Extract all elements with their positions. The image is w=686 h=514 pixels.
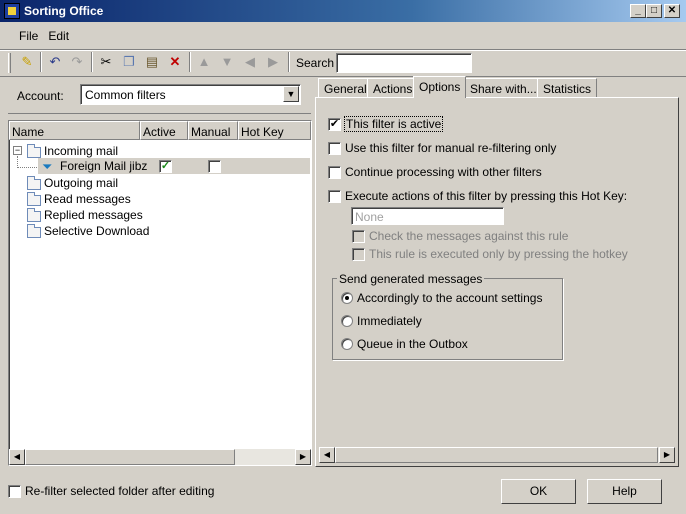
toolbar-grip — [8, 53, 11, 73]
hotkey-exec-checkbox[interactable] — [328, 190, 341, 203]
folder-icon — [27, 208, 41, 222]
app-icon — [4, 3, 20, 19]
minimize-button[interactable]: _ — [630, 4, 646, 18]
folder-icon — [27, 192, 41, 206]
tree-item-replied[interactable]: Replied messages — [44, 208, 143, 222]
folder-icon — [27, 224, 41, 238]
tab-share[interactable]: Share with... — [464, 78, 543, 97]
close-button[interactable]: ✕ — [664, 4, 680, 18]
redo-icon[interactable]: ↷ — [67, 53, 87, 71]
filter-active-label[interactable]: This filter is active — [343, 116, 444, 132]
manual-checkbox[interactable] — [208, 160, 221, 173]
tab-general[interactable]: General — [318, 78, 373, 97]
move-up-icon[interactable]: ▲ — [194, 53, 214, 71]
column-header-manual[interactable]: Manual — [188, 121, 238, 140]
account-label: Account: — [17, 89, 64, 103]
filter-icon: ⏷ — [42, 159, 53, 174]
column-header-hotkey[interactable]: Hot Key — [238, 121, 311, 140]
account-select-value: Common filters — [85, 88, 166, 102]
menu-bar: File Edit — [14, 28, 74, 46]
tab-actions[interactable]: Actions — [367, 78, 419, 97]
check-rule-checkbox[interactable] — [352, 230, 365, 243]
filter-wizard-icon[interactable]: ✎ — [17, 53, 37, 71]
menu-file[interactable]: File — [14, 28, 43, 44]
cut-icon[interactable]: ✂ — [96, 53, 116, 71]
scroll-right-icon[interactable]: ▶ — [295, 449, 311, 465]
window-title: Sorting Office — [24, 4, 104, 18]
send-option-account-label[interactable]: Accordingly to the account settings — [357, 291, 542, 305]
tree-item-selective[interactable]: Selective Download — [44, 224, 149, 238]
hotkey-input[interactable]: None — [351, 207, 504, 225]
move-left-icon[interactable]: ◀ — [240, 53, 260, 71]
search-label: Search — [296, 56, 335, 70]
paste-icon[interactable]: ▤ — [142, 53, 162, 71]
title-bar: Sorting Office _ □ ✕ — [0, 0, 686, 22]
maximize-button[interactable]: □ — [646, 4, 662, 18]
column-header-active[interactable]: Active — [140, 121, 188, 140]
scroll-thumb[interactable] — [335, 447, 658, 463]
send-option-outbox-radio[interactable] — [341, 338, 353, 350]
refilter-checkbox[interactable] — [8, 485, 21, 498]
ok-button[interactable]: OK — [501, 479, 576, 504]
active-checkbox[interactable]: ✓ — [159, 160, 172, 173]
account-divider — [8, 113, 311, 114]
folder-icon — [27, 176, 41, 190]
scroll-right-icon[interactable]: ▶ — [659, 447, 675, 463]
toolbar-separator — [91, 52, 93, 72]
toolbar-separator — [189, 52, 191, 72]
menu-divider-light — [0, 50, 686, 51]
refilter-label[interactable]: Re-filter selected folder after editing — [25, 484, 214, 498]
tree-item-incoming[interactable]: Incoming mail — [44, 144, 118, 158]
column-header-name[interactable]: Name — [9, 121, 140, 140]
collapse-icon[interactable]: − — [13, 146, 22, 155]
send-option-immediately-radio[interactable] — [341, 315, 353, 327]
menu-edit[interactable]: Edit — [43, 28, 74, 44]
send-option-outbox-label[interactable]: Queue in the Outbox — [357, 337, 468, 351]
scroll-left-icon[interactable]: ◀ — [9, 449, 25, 465]
toolbar-separator — [288, 52, 290, 72]
tree-item-outgoing[interactable]: Outgoing mail — [44, 176, 118, 190]
tree-item-read[interactable]: Read messages — [44, 192, 131, 206]
check-rule-label[interactable]: Check the messages against this rule — [369, 229, 568, 243]
manual-only-checkbox[interactable] — [328, 142, 341, 155]
manual-only-label[interactable]: Use this filter for manual re-filtering … — [345, 141, 556, 155]
scroll-left-icon[interactable]: ◀ — [319, 447, 335, 463]
continue-processing-checkbox[interactable] — [328, 166, 341, 179]
tree-item-filter[interactable]: Foreign Mail jibz — [60, 159, 147, 173]
hotkey-only-checkbox[interactable] — [352, 248, 365, 261]
toolbar-divider — [0, 76, 686, 77]
hotkey-only-label[interactable]: This rule is executed only by pressing t… — [369, 247, 628, 261]
send-group-title: Send generated messages — [337, 272, 485, 286]
filter-active-checkbox[interactable]: ✔ — [328, 118, 341, 131]
continue-processing-label[interactable]: Continue processing with other filters — [345, 165, 542, 179]
hotkey-exec-label[interactable]: Execute actions of this filter by pressi… — [345, 189, 627, 203]
folder-icon — [27, 144, 41, 158]
tab-options[interactable]: Options — [413, 76, 467, 98]
hotkey-value: None — [355, 210, 384, 224]
scroll-thumb[interactable] — [25, 449, 235, 465]
tree-line — [17, 167, 37, 168]
copy-icon[interactable]: ❐ — [119, 53, 139, 71]
send-option-immediately-label[interactable]: Immediately — [357, 314, 422, 328]
chevron-down-icon[interactable]: ▼ — [283, 86, 299, 102]
account-select[interactable]: Common filters ▼ — [80, 84, 301, 105]
move-right-icon[interactable]: ▶ — [263, 53, 283, 71]
toolbar-separator — [40, 52, 42, 72]
move-down-icon[interactable]: ▼ — [217, 53, 237, 71]
help-button[interactable]: Help — [587, 479, 662, 504]
send-option-account-radio[interactable] — [341, 292, 353, 304]
search-input[interactable] — [336, 53, 472, 73]
tab-statistics[interactable]: Statistics — [537, 78, 598, 97]
undo-icon[interactable]: ↶ — [45, 53, 65, 71]
delete-icon[interactable]: ✕ — [165, 53, 185, 71]
